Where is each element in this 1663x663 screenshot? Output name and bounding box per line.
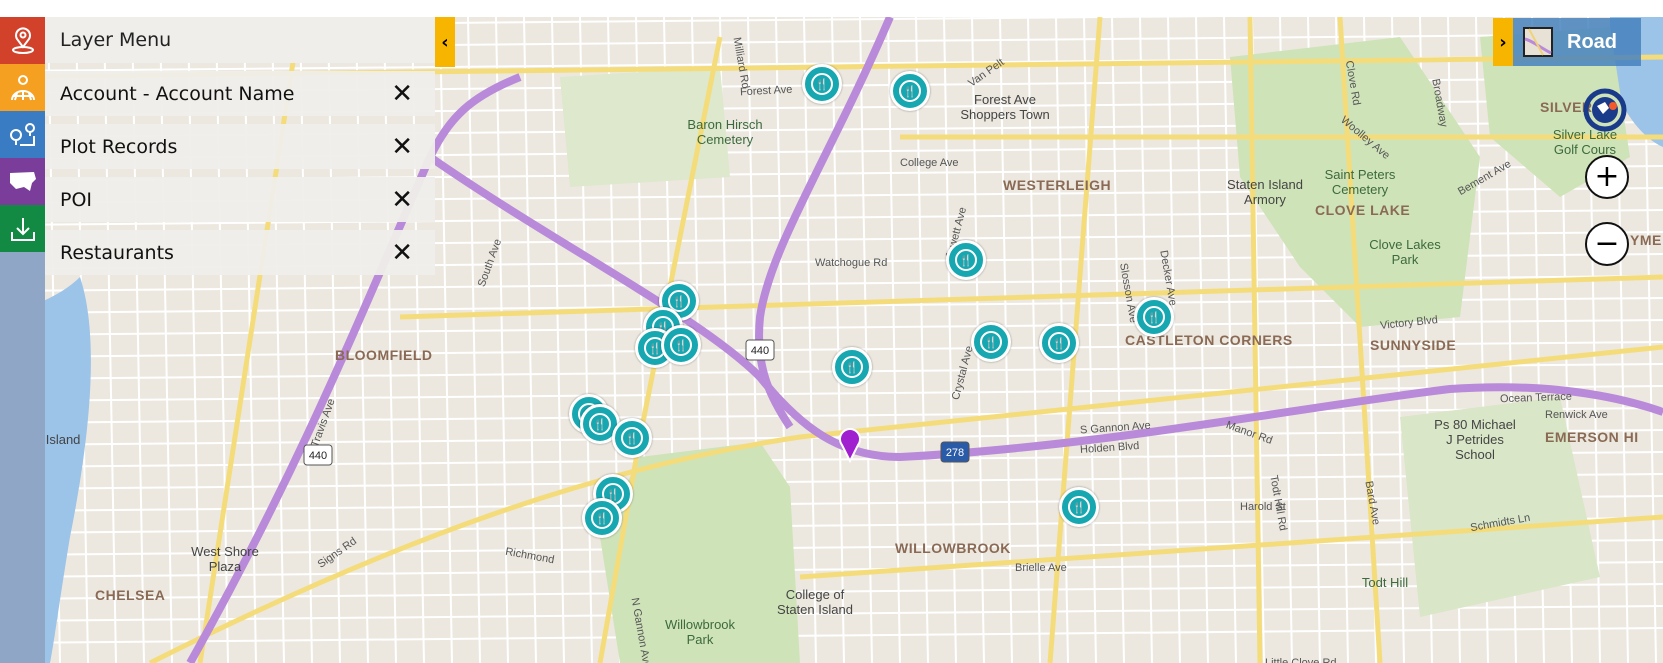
restaurant-icon: 🍴 bbox=[1143, 306, 1165, 328]
us-map-icon bbox=[9, 171, 36, 191]
layer-item-restaurants[interactable]: Restaurants ✕ bbox=[45, 230, 435, 275]
restaurant-marker[interactable]: 🍴 bbox=[802, 64, 842, 104]
layer-label: Account - Account Name bbox=[60, 82, 295, 105]
restaurant-icon: 🍴 bbox=[591, 507, 613, 529]
street bbox=[551, 17, 565, 663]
street bbox=[887, 17, 901, 663]
chevron-left-icon: ‹ bbox=[441, 31, 449, 53]
street bbox=[803, 17, 817, 663]
street bbox=[523, 17, 537, 663]
street bbox=[0, 627, 1663, 644]
restaurant-marker[interactable]: 🍴 bbox=[661, 325, 701, 365]
restaurant-icon: 🍴 bbox=[841, 356, 863, 378]
map-type-label: Road bbox=[1567, 30, 1617, 53]
road-map-icon bbox=[1523, 27, 1553, 57]
restaurant-marker[interactable]: 🍴 bbox=[1134, 297, 1174, 337]
close-icon[interactable]: ✕ bbox=[391, 240, 413, 266]
restaurant-marker[interactable]: 🍴 bbox=[582, 498, 622, 538]
sidebar-item-globe-pin[interactable] bbox=[0, 64, 45, 111]
restaurant-marker[interactable]: 🍴 bbox=[971, 322, 1011, 362]
route-icon bbox=[9, 122, 35, 146]
park-willowbrook bbox=[600, 442, 800, 663]
street bbox=[859, 17, 873, 663]
restaurant-marker[interactable]: 🍴 bbox=[946, 240, 986, 280]
layer-item-plot-records[interactable]: Plot Records ✕ bbox=[45, 124, 435, 169]
layer-label: POI bbox=[60, 188, 93, 211]
close-icon[interactable]: ✕ bbox=[391, 134, 413, 160]
sidebar-item-us-map[interactable] bbox=[0, 158, 45, 205]
street bbox=[439, 17, 453, 663]
layer-item-poi[interactable]: POI ✕ bbox=[45, 177, 435, 222]
layer-item-account[interactable]: Account - Account Name ✕ bbox=[45, 71, 435, 116]
restaurant-marker[interactable]: 🍴 bbox=[890, 71, 930, 111]
layer-label: Restaurants bbox=[60, 241, 174, 264]
map-pin-icon bbox=[11, 26, 34, 54]
zoom-in-button[interactable]: + bbox=[1585, 155, 1629, 199]
restaurant-marker[interactable]: 🍴 bbox=[832, 347, 872, 387]
highway-shield: 440 bbox=[303, 444, 333, 466]
expand-map-type-button[interactable]: › bbox=[1493, 18, 1513, 66]
highway-shield: 278 bbox=[940, 441, 970, 463]
restaurant-icon: 🍴 bbox=[980, 331, 1002, 353]
globe-pin-icon bbox=[10, 74, 35, 100]
restaurant-icon: 🍴 bbox=[670, 334, 692, 356]
highway-shield: 440 bbox=[745, 339, 775, 361]
road-view-button[interactable]: Road bbox=[1513, 18, 1641, 66]
locate-me-icon[interactable] bbox=[1583, 88, 1627, 132]
download-icon bbox=[10, 217, 35, 241]
sidebar-item-download[interactable] bbox=[0, 205, 45, 252]
collapse-layer-menu-button[interactable]: ‹ bbox=[435, 17, 455, 67]
restaurant-icon: 🍴 bbox=[1048, 332, 1070, 354]
street bbox=[0, 583, 1663, 600]
sidebar-item-map-pin[interactable] bbox=[0, 17, 45, 64]
restaurant-icon: 🍴 bbox=[899, 80, 921, 102]
restaurant-marker[interactable]: 🍴 bbox=[612, 418, 652, 458]
svg-text:278: 278 bbox=[946, 447, 964, 459]
restaurant-icon: 🍴 bbox=[955, 249, 977, 271]
restaurant-icon: 🍴 bbox=[1068, 496, 1090, 518]
restaurant-icon: 🍴 bbox=[621, 427, 643, 449]
sidebar-item-route[interactable] bbox=[0, 111, 45, 158]
tool-sidebar bbox=[0, 17, 45, 663]
chevron-right-icon: › bbox=[1499, 31, 1507, 53]
restaurant-marker[interactable]: 🍴 bbox=[1039, 323, 1079, 363]
layer-menu-title: Layer Menu bbox=[45, 17, 435, 63]
close-icon[interactable]: ✕ bbox=[391, 187, 413, 213]
street bbox=[467, 17, 481, 663]
layer-label: Plot Records bbox=[60, 135, 178, 158]
svg-text:440: 440 bbox=[309, 450, 327, 462]
map-type-control: › Road bbox=[1493, 18, 1641, 66]
restaurant-icon: 🍴 bbox=[811, 73, 833, 95]
layer-menu-panel: Layer Menu Account - Account Name ✕ Plot… bbox=[45, 17, 435, 275]
close-icon[interactable]: ✕ bbox=[391, 81, 413, 107]
zoom-out-button[interactable]: − bbox=[1585, 222, 1629, 266]
restaurant-marker[interactable]: 🍴 bbox=[1059, 487, 1099, 527]
restaurant-icon: 🍴 bbox=[589, 413, 611, 435]
svg-text:440: 440 bbox=[751, 345, 769, 357]
street bbox=[495, 17, 509, 663]
